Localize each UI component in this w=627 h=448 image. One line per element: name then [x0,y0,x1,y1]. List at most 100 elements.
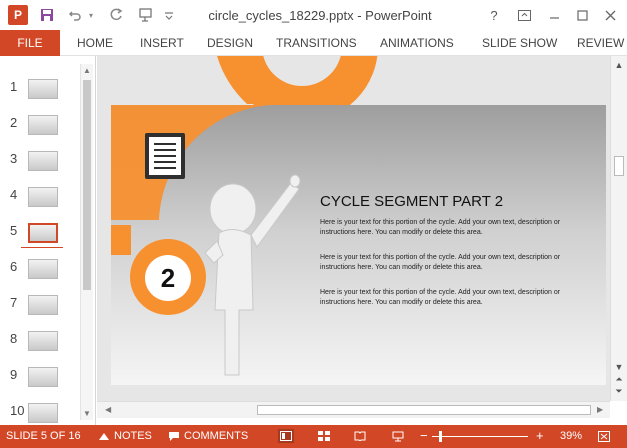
thumbnail-image[interactable] [28,403,58,423]
tab-slide-show[interactable]: SLIDE SHOW [482,30,557,56]
redo-icon[interactable] [107,6,125,24]
slide-canvas[interactable]: 2 CYCLE SEGMENT PART 2 Here is your text… [111,105,606,385]
thumbnail-number: 8 [10,331,18,346]
thumbnail-number: 10 [10,403,25,418]
scroll-right-icon[interactable]: ▶ [597,405,603,414]
tab-home[interactable]: HOME [77,30,113,56]
thumbnail-number: 3 [10,151,18,166]
doc-line [154,167,176,169]
tab-transitions[interactable]: TRANSITIONS [276,30,357,56]
3d-figure-pointing [204,174,301,376]
thumbnail-image[interactable] [28,367,58,387]
tab-design[interactable]: DESIGN [207,30,253,56]
close-button[interactable] [598,4,622,26]
zoom-level[interactable]: 39% [560,430,582,442]
zoom-slider-track[interactable] [432,436,528,437]
zoom-out-button[interactable]: − [420,428,428,443]
cycle-number-badge[interactable]: 2 [145,255,191,301]
fit-slide-to-window-icon[interactable] [596,429,612,443]
doc-line [154,155,176,157]
slide-vertical-scrollbar[interactable]: ▲ ▼ ⏶ ⏷ [610,56,627,401]
comments-label: COMMENTS [184,430,249,442]
ribbon-display-options-button[interactable] [512,4,536,26]
comments-button[interactable]: COMMENTS [168,430,248,442]
thumbnail-image[interactable] [28,331,58,351]
notes-label: NOTES [114,430,152,442]
thumbnail-slide-6[interactable]: 6 [0,249,80,285]
thumbnail-slide-3[interactable]: 3 [0,141,80,177]
thumbnail-image[interactable] [28,223,58,243]
zoom-in-button[interactable]: + [536,428,544,443]
save-icon[interactable] [38,6,56,24]
thumbnail-image[interactable] [28,187,58,207]
thumbnail-slide-5[interactable]: 5 [0,213,80,249]
thumbnail-number: 6 [10,259,18,274]
undo-dropdown-icon[interactable]: ▾ [86,6,96,24]
slide-gear-graphic [111,105,301,376]
slideshow-view-icon[interactable] [390,429,406,443]
next-slide-icon[interactable]: ⏷ [613,386,625,397]
normal-view-icon[interactable] [278,429,294,443]
slide-paragraph-3[interactable]: Here is your text for this portion of th… [320,288,590,308]
ribbon-tabs: FILE HOME INSERT DESIGN TRANSITIONS ANIM… [0,30,627,56]
scroll-up-icon[interactable]: ▲ [83,66,91,75]
minimize-button[interactable] [542,4,566,26]
tab-file[interactable]: FILE [0,30,60,56]
reading-view-icon[interactable] [352,429,368,443]
scroll-up-icon[interactable]: ▲ [613,60,625,70]
thumbnail-slide-9[interactable]: 9 [0,357,80,393]
previous-slide-icon[interactable]: ⏶ [613,374,625,385]
slide-editing-area: 2 CYCLE SEGMENT PART 2 Here is your text… [97,56,610,401]
doc-line [154,161,176,163]
thumbnails-scrollbar[interactable]: ▲ ▼ [80,64,93,420]
title-bar: P ▾ circle_cycles_18229.pptx - PowerPoin… [0,0,627,30]
window-title: circle_cycles_18229.pptx - PowerPoint [208,8,432,23]
thumbnail-slide-1[interactable]: 1 [0,69,80,105]
thumbnail-number: 4 [10,187,18,202]
powerpoint-window: P ▾ circle_cycles_18229.pptx - PowerPoin… [0,0,627,448]
status-bar: SLIDE 5 OF 16 NOTES COMMENTS − + 39% [0,425,627,448]
tab-insert[interactable]: INSERT [140,30,184,56]
document-icon [145,133,185,179]
comment-icon [169,431,179,441]
thumbnail-image[interactable] [28,115,58,135]
tab-review[interactable]: REVIEW [577,30,624,56]
restore-button[interactable] [570,4,594,26]
thumbnail-slide-8[interactable]: 8 [0,321,80,357]
thumbnail-image[interactable] [28,79,58,99]
slide-paragraph-1[interactable]: Here is your text for this portion of th… [320,218,590,238]
thumbnail-slide-4[interactable]: 4 [0,177,80,213]
thumbnail-image[interactable] [28,295,58,315]
powerpoint-logo-icon[interactable]: P [8,5,28,25]
scroll-down-icon[interactable]: ▼ [613,362,625,372]
scroll-left-icon[interactable]: ◀ [105,405,111,414]
slide-horizontal-scrollbar[interactable]: ◀ ▶ [97,401,610,418]
scrollbar-thumb[interactable] [83,80,91,290]
customize-qat-icon[interactable] [162,6,176,24]
thumbnail-image[interactable] [28,259,58,279]
help-button[interactable]: ? [482,4,506,26]
slide-sorter-view-icon[interactable] [316,429,332,443]
thumbnail-number: 2 [10,115,18,130]
thumbnail-number: 5 [10,223,18,238]
slide-paragraph-2[interactable]: Here is your text for this portion of th… [320,253,590,273]
zoom-slider-knob[interactable] [439,431,443,442]
notes-button[interactable]: NOTES [98,430,152,442]
thumbnail-slide-10[interactable]: 10 [0,393,80,429]
thumbnail-number: 1 [10,79,18,94]
tab-animations[interactable]: ANIMATIONS [380,30,454,56]
notes-icon [99,433,109,440]
thumbnail-slide-2[interactable]: 2 [0,105,80,141]
thumbnail-image[interactable] [28,151,58,171]
insertion-marker [21,247,63,248]
undo-icon[interactable] [66,6,84,24]
scrollbar-thumb[interactable] [257,405,591,415]
scroll-down-icon[interactable]: ▼ [83,409,91,418]
doc-line [154,149,176,151]
scrollbar-thumb[interactable] [614,156,624,176]
thumbnail-slide-7[interactable]: 7 [0,285,80,321]
thumbnail-number: 9 [10,367,18,382]
slide-title[interactable]: CYCLE SEGMENT PART 2 [320,193,503,210]
slide-counter[interactable]: SLIDE 5 OF 16 [6,430,81,442]
start-slideshow-icon[interactable] [136,6,156,24]
